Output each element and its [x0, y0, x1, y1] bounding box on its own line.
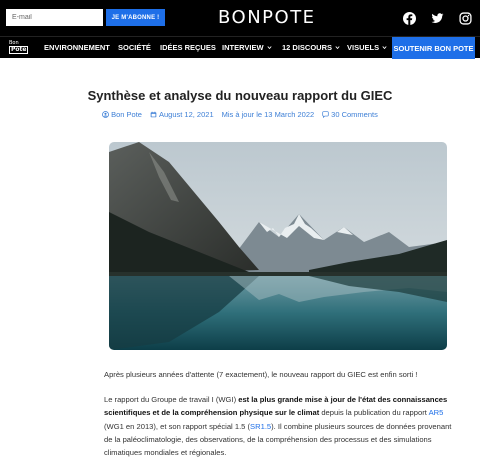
- email-field[interactable]: [6, 9, 103, 26]
- chevron-down-icon: [335, 46, 340, 50]
- nav-item-12-discours[interactable]: 12 DISCOURS: [282, 43, 340, 52]
- top-bar: JE M'ABONNE ! BONPOTE: [0, 0, 480, 36]
- facebook-icon[interactable]: [403, 12, 416, 25]
- twitter-icon[interactable]: [431, 12, 444, 25]
- instagram-icon[interactable]: [459, 12, 472, 25]
- text-run: depuis la publication du rapport: [319, 408, 429, 418]
- chevron-down-icon: [266, 46, 272, 50]
- publish-date: August 12, 2021: [158, 110, 214, 119]
- nav-label: SOCIÉTÉ: [118, 43, 151, 52]
- comments-count: 30 Comments: [331, 110, 378, 119]
- nav-label: INTERVIEW: [222, 43, 264, 52]
- updated-date-text: Mis à jour le 13 March 2022: [221, 110, 315, 119]
- chevron-down-icon: [382, 46, 387, 50]
- body-paragraph: Le rapport du Groupe de travail I (WGI) …: [104, 393, 456, 459]
- subscribe-button[interactable]: JE M'ABONNE !: [106, 9, 165, 26]
- nav-label: IDÉES REÇUES: [160, 43, 216, 52]
- logo-text-bottom: Pote: [9, 46, 29, 54]
- nav-item-interview[interactable]: INTERVIEW: [222, 43, 272, 52]
- nav-label: ENVIRONNEMENT: [44, 43, 110, 52]
- nav-item-environnement[interactable]: ENVIRONNEMENT: [44, 43, 110, 52]
- site-brand[interactable]: BONPOTE: [218, 7, 328, 28]
- sr15-link[interactable]: SR1.5: [250, 422, 271, 431]
- main-navigation: Bon Pote ENVIRONNEMENT SOCIÉTÉ IDÉES REÇ…: [0, 36, 480, 59]
- calendar-icon: [150, 111, 157, 118]
- nav-item-visuels[interactable]: VISUELS: [347, 43, 387, 52]
- nav-label: VISUELS: [347, 43, 380, 52]
- author-link[interactable]: Bon Pote: [102, 110, 142, 119]
- nav-label: 12 DISCOURS: [282, 43, 333, 52]
- text-run: Le rapport du Groupe de travail I (WGI): [104, 395, 239, 404]
- comments-link[interactable]: 30 Comments: [322, 110, 378, 119]
- nav-item-idees-recues[interactable]: IDÉES REÇUES: [160, 43, 216, 52]
- author-name: Bon Pote: [111, 110, 142, 119]
- date-link[interactable]: August 12, 2021: [150, 110, 214, 119]
- support-button[interactable]: SOUTENIR BON POTE: [392, 37, 475, 59]
- hero-image: [109, 142, 447, 350]
- comment-icon: [322, 111, 329, 118]
- user-icon: [102, 111, 110, 118]
- text-run: (WG1 en 2013), et son rapport spécial 1.…: [104, 421, 251, 431]
- site-logo[interactable]: Bon Pote: [9, 40, 31, 56]
- updated-date: Mis à jour le 13 March 2022: [222, 110, 315, 119]
- article-meta: Bon Pote August 12, 2021 Mis à jour le 1…: [0, 110, 480, 119]
- nav-item-societe[interactable]: SOCIÉTÉ: [118, 43, 151, 52]
- article-title: Synthèse et analyse du nouveau rapport d…: [87, 88, 393, 103]
- intro-paragraph: Après plusieurs années d'attente (7 exac…: [104, 370, 418, 379]
- ar5-link[interactable]: AR5: [429, 408, 444, 417]
